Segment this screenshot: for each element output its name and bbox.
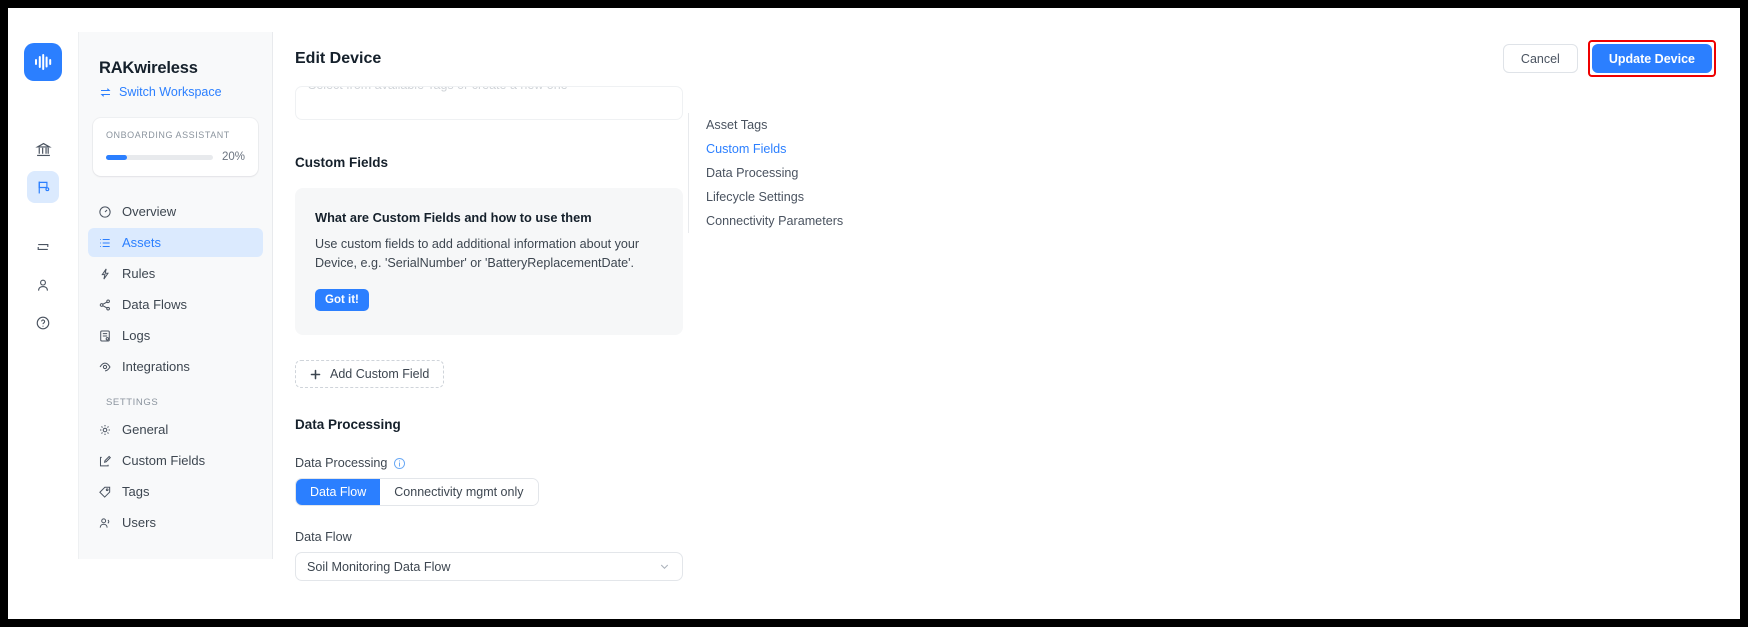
custom-fields-info-card: What are Custom Fields and how to use th… [295,188,683,335]
sidebar-section-settings: SETTINGS [106,397,159,408]
onboarding-label: ONBOARDING ASSISTANT [106,130,230,140]
workspace-name: RAKwireless [99,59,198,77]
data-processing-heading: Data Processing [295,417,401,432]
sidebar-item-label: Data Flows [122,297,188,312]
anchor-data-processing[interactable]: Data Processing [706,161,843,185]
bank-icon[interactable] [27,133,59,165]
bolt-icon [97,267,112,281]
sidebar-item-label: Custom Fields [122,453,206,468]
anchor-asset-tags[interactable]: Asset Tags [706,113,843,137]
app-window: RAKwireless Switch Workspace ONBOARDING … [8,8,1740,619]
onboarding-progress-bar [106,154,213,160]
segment-data-flow[interactable]: Data Flow [296,479,381,505]
integrations-eye-icon [97,360,112,374]
sidebar-item-label: Users [122,515,156,530]
form-column: Select from available Tags or create a n… [295,86,683,581]
waveform-logo-icon[interactable] [24,43,62,81]
info-card-body: Use custom fields to add additional info… [315,237,640,270]
header-actions: Cancel Update Device [1502,40,1716,77]
sidebar-item-tags[interactable]: Tags [88,477,263,506]
sidebar-item-label: Assets [122,235,162,250]
anchor-connectivity-parameters[interactable]: Connectivity Parameters [706,209,843,233]
gauge-icon [97,205,112,219]
onboarding-progress-fill [106,154,128,160]
help-circle-icon[interactable] [27,307,59,339]
sidebar-item-users[interactable]: Users [88,508,263,537]
user-icon[interactable] [27,269,59,301]
sidebar-item-rules[interactable]: Rules [88,259,263,288]
add-custom-field-label: Add Custom Field [330,367,430,381]
tag-icon [97,485,112,499]
list-icon [97,236,112,250]
data-processing-segmented-control: Data Flow Connectivity mgmt only [295,478,539,506]
workspace-sidebar: RAKwireless Switch Workspace ONBOARDING … [78,32,273,559]
page-header: Edit Device Cancel Update Device [273,32,1740,85]
anchor-lifecycle-settings[interactable]: Lifecycle Settings [706,185,843,209]
switch-arrows-icon [99,86,112,99]
chevron-down-icon [658,560,671,573]
sidebar-item-label: Logs [122,328,151,343]
anchor-custom-fields[interactable]: Custom Fields [706,137,843,161]
add-custom-field-button[interactable]: Add Custom Field [295,360,445,388]
switch-workspace-link[interactable]: Switch Workspace [99,85,272,99]
cancel-button[interactable]: Cancel [1502,44,1578,73]
flag-icon[interactable] [27,171,59,203]
swap-icon[interactable] [27,231,59,263]
got-it-button[interactable]: Got it! [315,289,369,311]
gear-icon [97,423,112,437]
users-icon [97,516,112,530]
tags-input[interactable]: Select from available Tags or create a n… [295,86,683,120]
sidebar-item-integrations[interactable]: Integrations [88,352,263,381]
data-flow-field-label: Data Flow [295,530,352,544]
sidebar-item-general[interactable]: General [88,415,263,444]
sidebar-item-label: Integrations [122,359,190,374]
tags-placeholder: Select from available Tags or create a n… [308,87,568,92]
anchor-nav: Asset Tags Custom Fields Data Processing… [688,113,843,233]
segment-connectivity-mgmt-only[interactable]: Connectivity mgmt only [380,479,538,505]
data-flow-select[interactable]: Soil Monitoring Data Flow [295,552,683,581]
plus-icon [310,369,321,380]
edit-square-icon [97,454,112,468]
sidebar-item-label: Overview [122,204,177,219]
share-nodes-icon [97,298,112,312]
log-document-icon [97,329,112,343]
sidebar-item-overview[interactable]: Overview [88,197,263,226]
data-processing-field-label: Data Processing [295,456,683,470]
icon-rail [8,8,78,619]
data-flow-selected-value: Soil Monitoring Data Flow [307,559,451,574]
switch-workspace-label: Switch Workspace [119,85,222,99]
data-processing-label-text: Data Processing [295,456,388,470]
sidebar-item-label: Rules [122,266,156,281]
onboarding-assistant-card[interactable]: ONBOARDING ASSISTANT 20% [93,118,258,176]
sidebar-item-assets[interactable]: Assets [88,228,263,257]
onboarding-percent: 20% [221,151,245,163]
sidebar-item-data-flows[interactable]: Data Flows [88,290,263,319]
update-device-highlight: Update Device [1587,40,1716,77]
sidebar-item-logs[interactable]: Logs [88,321,263,350]
info-card-title: What are Custom Fields and how to use th… [315,210,592,225]
custom-fields-heading: Custom Fields [295,155,389,170]
sidebar-nav: Overview Assets Rules Data Flows Logs In… [79,197,272,537]
sidebar-item-label: General [122,422,169,437]
info-circle-icon[interactable] [393,457,406,470]
sidebar-item-custom-fields[interactable]: Custom Fields [88,446,263,475]
page-title: Edit Device [295,49,382,67]
update-device-button[interactable]: Update Device [1591,44,1712,73]
sidebar-item-label: Tags [122,484,150,499]
